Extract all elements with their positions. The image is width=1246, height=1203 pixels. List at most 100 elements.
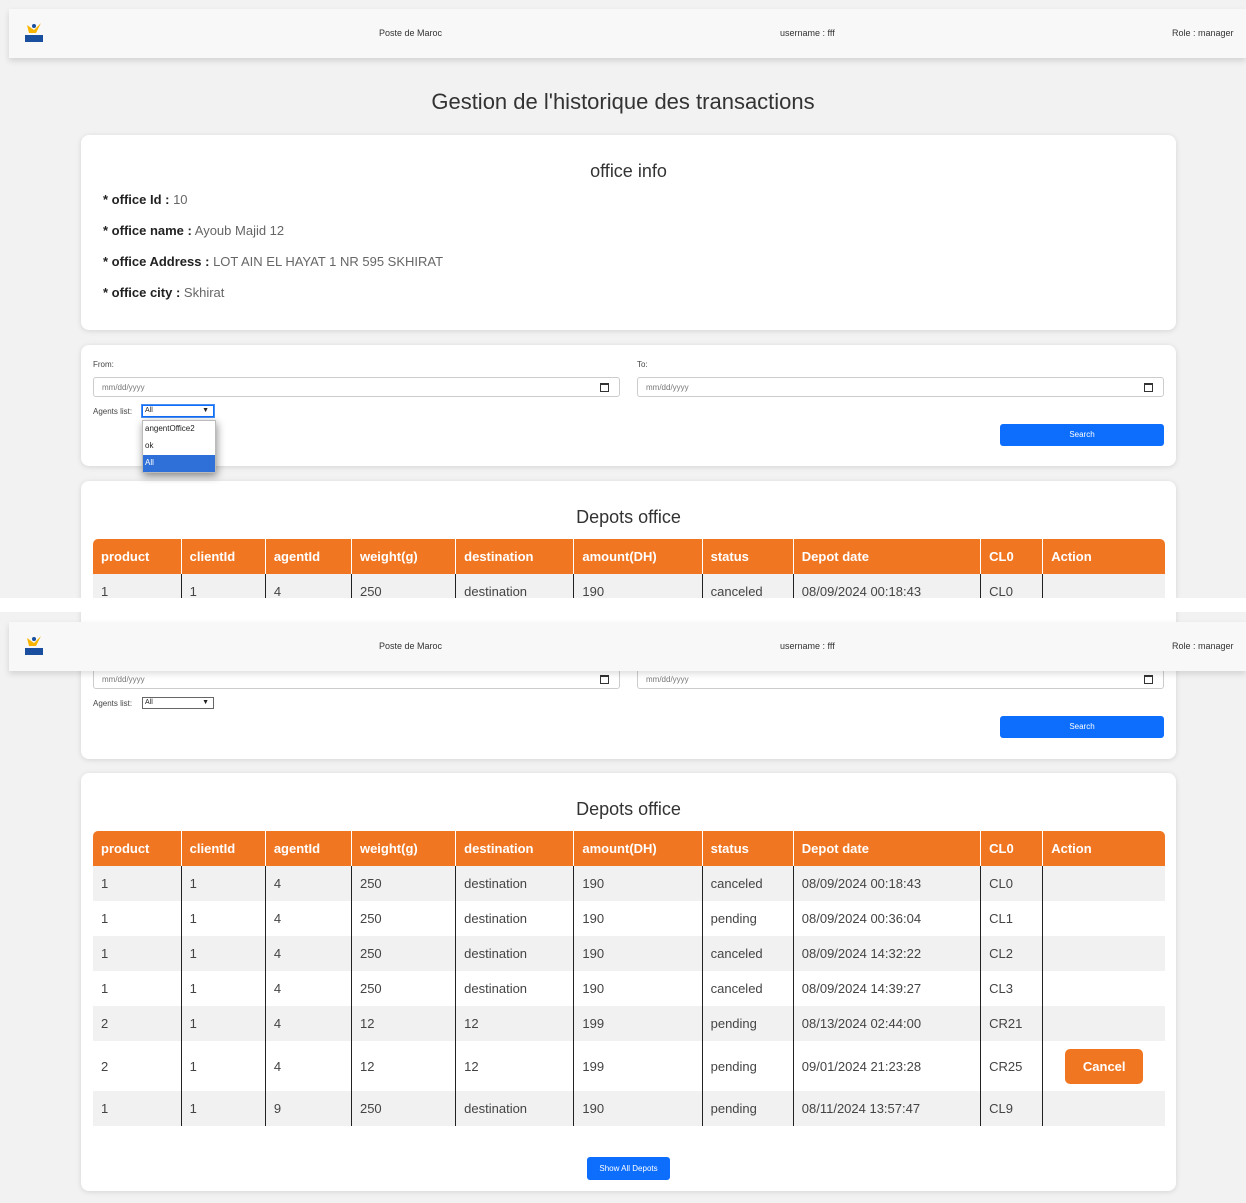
calendar-icon[interactable] xyxy=(600,675,609,684)
brand-name: Poste de Maroc xyxy=(379,641,443,651)
search-button[interactable]: Search xyxy=(1000,716,1164,738)
navbar: Poste de Maroc username : fff Role : man… xyxy=(9,9,1246,58)
calendar-icon[interactable] xyxy=(1144,383,1153,392)
chevron-down-icon: ▼ xyxy=(202,407,209,414)
table-cell: 1 xyxy=(180,971,266,1006)
to-label: To: xyxy=(637,360,648,369)
table-cell: 08/13/2024 02:44:00 xyxy=(792,1006,981,1041)
table-cell xyxy=(1042,936,1165,971)
table-cell: destination xyxy=(455,971,574,1006)
office-info-title: office info xyxy=(590,161,667,181)
table-cell: Cancel xyxy=(1042,1041,1165,1091)
poste-maroc-logo-icon[interactable] xyxy=(25,21,43,43)
table-cell xyxy=(1042,574,1165,598)
table-row: 1 1 4 250 destination 190 canceled 08/09… xyxy=(93,936,1165,971)
table-cell: 250 xyxy=(350,574,456,598)
table-cell: 190 xyxy=(573,866,703,901)
table-cell: canceled xyxy=(701,936,794,971)
column-header: CL0 xyxy=(980,539,1043,574)
table-cell: pending xyxy=(701,901,794,936)
page-title: Gestion de l'historique des transactions xyxy=(431,89,815,114)
table-cell: canceled xyxy=(701,574,794,598)
agents-dropdown: angentOffice2 ok All xyxy=(142,420,216,473)
chevron-down-icon: ▼ xyxy=(202,699,209,706)
table-cell: CR21 xyxy=(980,1006,1043,1041)
table-cell: 199 xyxy=(573,1041,703,1091)
table-cell: 1 xyxy=(180,1041,266,1091)
column-header: agentId xyxy=(264,539,352,574)
agents-selected-value: All xyxy=(145,407,153,414)
office-info-card: office info * office Id : 10 * office na… xyxy=(81,135,1176,330)
table-cell: 12 xyxy=(350,1041,456,1091)
column-header: Action xyxy=(1042,539,1165,574)
table-cell: 190 xyxy=(573,901,703,936)
show-all-depots-button[interactable]: Show All Depots xyxy=(587,1157,670,1180)
table-row: 1 1 9 250 destination 190 pending 08/11/… xyxy=(93,1091,1165,1126)
agents-option[interactable]: ok xyxy=(143,438,215,455)
table-cell: 199 xyxy=(573,1006,703,1041)
table-cell: CR25 xyxy=(980,1041,1043,1091)
table-row: 1 1 4 250 destination 190 pending 08/09/… xyxy=(93,901,1165,936)
table-cell: 08/09/2024 14:32:22 xyxy=(792,936,981,971)
table-cell: CL0 xyxy=(980,866,1043,901)
office-name-row: * office name : Ayoub Majid 12 xyxy=(103,223,284,238)
to-date-placeholder: mm/dd/yyyy xyxy=(646,675,689,684)
column-header: weight(g) xyxy=(350,831,456,866)
navbar: Poste de Maroc username : fff Role : man… xyxy=(9,622,1246,671)
agents-select[interactable]: All ▼ xyxy=(141,404,215,418)
office-city-label: * office city : xyxy=(103,285,181,300)
office-name-label: * office name : xyxy=(103,223,192,238)
agents-option[interactable]: angentOffice2 xyxy=(143,421,215,438)
table-cell: 190 xyxy=(573,1091,703,1126)
office-city-value: Skhirat xyxy=(183,285,225,300)
to-date-input[interactable]: mm/dd/yyyy xyxy=(637,377,1164,397)
poste-maroc-logo-icon[interactable] xyxy=(25,634,43,656)
table-cell: 1 xyxy=(180,901,266,936)
cancel-button[interactable]: Cancel xyxy=(1065,1048,1144,1084)
column-header: Depot date xyxy=(792,539,981,574)
table-cell: 1 xyxy=(93,574,182,598)
column-header: amount(DH) xyxy=(573,831,703,866)
office-address-label: * office Address : xyxy=(103,254,210,269)
table-cell: 2 xyxy=(93,1006,182,1041)
agents-select[interactable]: All ▼ xyxy=(142,697,214,709)
table-cell: 190 xyxy=(573,574,703,598)
depots-table: product clientId agentId weight(g) desti… xyxy=(93,539,1165,598)
table-cell: 12 xyxy=(455,1006,574,1041)
table-cell: 1 xyxy=(180,1006,266,1041)
column-header: CL0 xyxy=(980,831,1043,866)
calendar-icon[interactable] xyxy=(600,383,609,392)
table-cell: 190 xyxy=(573,971,703,1006)
table-cell: 09/01/2024 21:23:28 xyxy=(792,1041,981,1091)
table-cell xyxy=(1042,866,1165,901)
agents-list-label: Agents list: xyxy=(93,407,133,416)
username-label: username : fff xyxy=(780,28,835,38)
table-cell: CL9 xyxy=(980,1091,1043,1126)
table-cell: 08/09/2024 14:39:27 xyxy=(792,971,981,1006)
office-name-value: Ayoub Majid 12 xyxy=(194,223,285,238)
calendar-icon[interactable] xyxy=(1144,675,1153,684)
to-date-input[interactable]: mm/dd/yyyy xyxy=(637,669,1164,689)
agents-option[interactable]: All xyxy=(143,455,215,472)
column-header: Action xyxy=(1042,831,1165,866)
search-button[interactable]: Search xyxy=(1000,424,1164,446)
from-date-input[interactable]: mm/dd/yyyy xyxy=(93,669,620,689)
table-cell: CL3 xyxy=(980,971,1043,1006)
role-label: Role : manager xyxy=(1172,641,1234,651)
from-label: From: xyxy=(93,360,114,369)
table-cell: 4 xyxy=(264,574,352,598)
table-cell: 1 xyxy=(93,936,182,971)
table-cell: destination xyxy=(455,936,574,971)
table-row: 1 1 4 250 destination 190 canceled 08/09… xyxy=(93,866,1165,901)
from-date-input[interactable]: mm/dd/yyyy xyxy=(93,377,620,397)
table-cell: 190 xyxy=(573,936,703,971)
from-date-placeholder: mm/dd/yyyy xyxy=(102,675,145,684)
table-header-row: product clientId agentId weight(g) desti… xyxy=(93,539,1165,574)
table-cell: 1 xyxy=(93,971,182,1006)
table-cell: 12 xyxy=(350,1006,456,1041)
table-cell: pending xyxy=(701,1006,794,1041)
table-cell: 12 xyxy=(455,1041,574,1091)
depots-title: Depots office xyxy=(576,507,681,527)
table-cell: 1 xyxy=(93,866,182,901)
table-cell: 1 xyxy=(180,1091,266,1126)
